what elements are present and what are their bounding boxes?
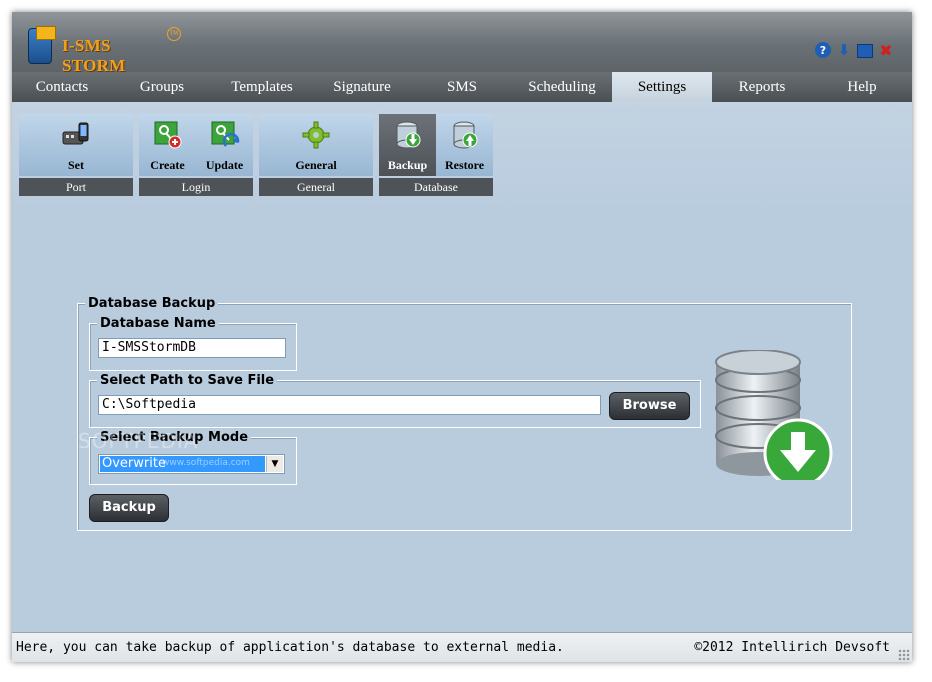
menu-sms[interactable]: SMS bbox=[412, 72, 512, 102]
chevron-down-icon[interactable]: ▼ bbox=[266, 456, 283, 472]
main-menu: Contacts Groups Templates Signature SMS … bbox=[12, 72, 912, 102]
add-key-icon bbox=[154, 121, 182, 149]
general-settings-button[interactable]: General bbox=[287, 114, 345, 176]
copyright-text: ©2012 Intellirich Devsoft bbox=[694, 640, 890, 655]
window-controls: ? ⬇ ✖ bbox=[815, 41, 894, 60]
menu-groups[interactable]: Groups bbox=[112, 72, 212, 102]
ribbon-group-general: General General bbox=[259, 114, 373, 208]
menu-templates[interactable]: Templates bbox=[212, 72, 312, 102]
title-bar: I-SMS STORM TM ? ⬇ ✖ bbox=[12, 12, 912, 75]
status-bar: Here, you can take backup of application… bbox=[12, 632, 912, 662]
close-icon[interactable]: ✖ bbox=[878, 41, 894, 60]
ribbon-group-database: Backup Restore Database bbox=[379, 114, 493, 208]
create-login-button[interactable]: Create bbox=[139, 114, 196, 176]
database-backup-icon bbox=[715, 350, 833, 480]
backup-ribbon-button[interactable]: Backup bbox=[379, 114, 436, 176]
save-path-legend: Select Path to Save File bbox=[97, 373, 278, 388]
help-icon[interactable]: ? bbox=[815, 42, 831, 58]
status-message: Here, you can take backup of application… bbox=[16, 640, 564, 655]
menu-help[interactable]: Help bbox=[812, 72, 912, 102]
watermark-url: www.softpedia.com bbox=[162, 458, 250, 468]
watermark: SOFTPEDIA bbox=[78, 429, 199, 453]
browse-button[interactable]: Browse bbox=[609, 392, 690, 420]
database-name-input[interactable]: I-SMSStormDB bbox=[98, 338, 286, 358]
save-path-input[interactable]: C:\Softpedia bbox=[98, 395, 601, 415]
gear-icon bbox=[302, 121, 330, 149]
ribbon-group-label-port: Port bbox=[19, 178, 133, 196]
ribbon-group-label-login: Login bbox=[139, 178, 253, 196]
ribbon-group-label-general: General bbox=[259, 178, 373, 196]
restore-ribbon-button[interactable]: Restore bbox=[436, 114, 493, 176]
database-backup-title: Database Backup bbox=[85, 296, 219, 311]
menu-signature[interactable]: Signature bbox=[312, 72, 412, 102]
restore-ribbon-label: Restore bbox=[444, 158, 485, 172]
app-name: I-SMS STORM bbox=[62, 36, 126, 75]
set-label: Set bbox=[68, 158, 84, 172]
database-name-legend: Database Name bbox=[97, 316, 219, 331]
settings-ribbon: Set Port Create Update Login General Gen… bbox=[12, 102, 912, 210]
menu-contacts[interactable]: Contacts bbox=[12, 72, 112, 102]
menu-scheduling[interactable]: Scheduling bbox=[512, 72, 612, 102]
ribbon-group-label-database: Database bbox=[379, 178, 493, 196]
maximize-icon[interactable] bbox=[857, 44, 873, 58]
menu-reports[interactable]: Reports bbox=[712, 72, 812, 102]
general-label: General bbox=[295, 158, 337, 172]
app-window: I-SMS STORM TM ? ⬇ ✖ Contacts Groups Tem… bbox=[12, 12, 912, 662]
database-upload-icon bbox=[453, 121, 478, 149]
resize-grip-icon[interactable] bbox=[898, 649, 910, 661]
set-port-button[interactable]: Set bbox=[47, 114, 105, 176]
ribbon-group-port: Set Port bbox=[19, 114, 133, 208]
minimize-icon[interactable]: ⬇ bbox=[836, 41, 852, 59]
update-login-button[interactable]: Update bbox=[196, 114, 253, 176]
backup-ribbon-label: Backup bbox=[387, 158, 428, 172]
app-logo: I-SMS STORM TM bbox=[28, 26, 181, 75]
menu-settings[interactable]: Settings bbox=[612, 72, 712, 102]
update-label: Update bbox=[205, 158, 244, 172]
backup-button[interactable]: Backup bbox=[89, 494, 169, 522]
create-label: Create bbox=[150, 158, 185, 172]
envelope-icon bbox=[36, 26, 56, 40]
ribbon-group-login: Create Update Login bbox=[139, 114, 253, 208]
database-download-icon bbox=[396, 121, 421, 149]
modem-icon bbox=[62, 122, 89, 145]
trademark-badge: TM bbox=[167, 27, 181, 41]
refresh-key-icon bbox=[211, 121, 240, 147]
